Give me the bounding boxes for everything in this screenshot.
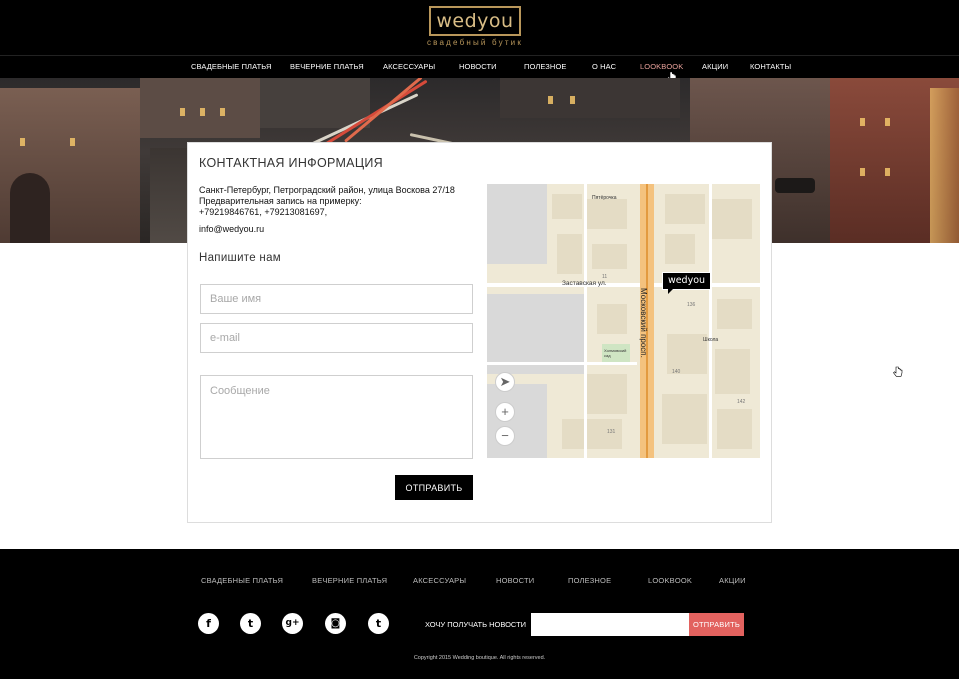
google-plus-icon[interactable]: g+: [282, 613, 303, 634]
lit-window: [885, 118, 890, 126]
map-area: [487, 384, 547, 458]
map-block: [587, 199, 627, 229]
name-input[interactable]: [200, 284, 473, 314]
map-street-label: Заставская ул.: [562, 280, 607, 287]
map-park-label: Холмовский сад: [604, 348, 627, 358]
nav-item-contacts[interactable]: КОНТАКТЫ: [750, 62, 791, 71]
main-nav: СВАДЕБНЫЕ ПЛАТЬЯ ВЕЧЕРНИЕ ПЛАТЬЯ АКСЕССУ…: [0, 62, 959, 74]
nav-item-evening-dresses[interactable]: ВЕЧЕРНИЕ ПЛАТЬЯ: [290, 62, 364, 71]
lit-window: [180, 108, 185, 116]
zoom-in-button[interactable]: +: [495, 402, 515, 422]
map-block: [665, 234, 695, 264]
map-street: [709, 184, 712, 458]
contact-address-block: Санкт-Петербург, Петроградский район, ул…: [199, 185, 455, 218]
map-street: [487, 362, 637, 365]
logo[interactable]: wedyou: [429, 6, 521, 36]
map-street: [487, 283, 760, 287]
far-building-3: [500, 78, 680, 118]
map-block: [717, 299, 752, 329]
send-button[interactable]: ОТПРАВИТЬ: [395, 475, 473, 500]
site-footer: СВАДЕБНЫЕ ПЛАТЬЯ ВЕЧЕРНИЕ ПЛАТЬЯ АКСЕССУ…: [0, 549, 959, 679]
footer-nav-useful[interactable]: ПОЛЕЗНОЕ: [568, 576, 611, 585]
map-area: [487, 184, 547, 264]
map-block: [712, 199, 752, 239]
subscribe-label: ХОЧУ ПОЛУЧАТЬ НОВОСТИ: [425, 620, 527, 629]
map-block: [662, 394, 707, 444]
email-input[interactable]: [200, 323, 473, 353]
tumblr-icon[interactable]: t: [368, 613, 389, 634]
map-poi-label: Школа: [703, 337, 719, 343]
map-house-number: 140: [672, 369, 681, 375]
lit-window: [885, 168, 890, 176]
map-house-number: 131: [607, 429, 616, 435]
contact-email[interactable]: info@wedyou.ru: [199, 224, 264, 234]
footer-nav-evening-dresses[interactable]: ВЕЧЕРНИЕ ПЛАТЬЯ: [312, 576, 387, 585]
footer-nav-news[interactable]: НОВОСТИ: [496, 576, 534, 585]
twitter-icon[interactable]: t: [240, 613, 261, 634]
lit-window: [860, 168, 865, 176]
lit-window: [220, 108, 225, 116]
left-building-arch: [10, 173, 50, 243]
lit-facade: [930, 88, 959, 243]
hand-cursor-icon: [893, 366, 903, 377]
header-divider: [0, 55, 959, 56]
nav-item-accessories[interactable]: АКСЕССУАРЫ: [383, 62, 435, 71]
map-block: [592, 244, 627, 269]
map-block: [667, 334, 707, 374]
footer-nav-promotions[interactable]: АКЦИИ: [719, 576, 746, 585]
contact-title: КОНТАКТНАЯ ИНФОРМАЦИЯ: [199, 156, 383, 170]
zoom-out-button[interactable]: −: [495, 426, 515, 446]
far-building-2: [260, 78, 370, 128]
lit-window: [20, 138, 25, 146]
footer-nav-lookbook[interactable]: LOOKBOOK: [648, 576, 692, 585]
site-header: wedyou свадебный бутик СВАДЕБНЫЕ ПЛАТЬЯ …: [0, 0, 959, 82]
lit-window: [860, 118, 865, 126]
map-block: [597, 304, 627, 334]
subscribe-email-input[interactable]: [531, 613, 689, 636]
contact-phones[interactable]: +79219846761, +79213081697,: [199, 207, 455, 218]
nav-item-wedding-dresses[interactable]: СВАДЕБНЫЕ ПЛАТЬЯ: [191, 62, 271, 71]
copyright: Copyright 2015 Wedding boutique. All rig…: [413, 655, 546, 661]
facebook-icon[interactable]: f: [198, 613, 219, 634]
parked-car: [775, 178, 815, 193]
lit-window: [70, 138, 75, 146]
map-house-number: 142: [737, 399, 746, 405]
map-avenue-label: Московский просп.: [639, 288, 648, 358]
lit-window: [200, 108, 205, 116]
contact-appointment: Предварительная запись на примерку:: [199, 196, 362, 206]
instagram-icon[interactable]: ◙: [325, 613, 346, 634]
map-block: [665, 194, 705, 224]
footer-nav-accessories[interactable]: АКСЕССУАРЫ: [413, 576, 466, 585]
map-house-number: 11: [602, 274, 608, 280]
nav-item-lookbook[interactable]: LOOKBOOK: [640, 62, 683, 71]
nav-item-promotions[interactable]: АКЦИИ: [702, 62, 728, 71]
subscribe-button[interactable]: ОТПРАВИТЬ: [689, 613, 744, 636]
map-block: [587, 374, 627, 414]
lit-window: [570, 96, 575, 104]
map-street: [584, 184, 587, 458]
nav-item-news[interactable]: НОВОСТИ: [459, 62, 497, 71]
map-block: [552, 194, 582, 219]
map-block: [557, 234, 582, 274]
lit-window: [548, 96, 553, 104]
map-widget[interactable]: Заставская ул. Московский просп. Пятёроч…: [487, 184, 760, 458]
nav-item-about[interactable]: О НАС: [592, 62, 616, 71]
footer-nav-wedding-dresses[interactable]: СВАДЕБНЫЕ ПЛАТЬЯ: [201, 576, 283, 585]
map-block: [717, 409, 752, 449]
map-poi-label: Пятёрочка: [592, 195, 617, 201]
map-marker-wedyou[interactable]: wedyou: [662, 272, 711, 290]
locate-icon[interactable]: ➤: [495, 372, 515, 392]
logo-tagline: свадебный бутик: [426, 38, 524, 47]
message-textarea[interactable]: [200, 375, 473, 459]
map-marker-tail: [668, 289, 676, 294]
nav-item-useful[interactable]: ПОЛЕЗНОЕ: [524, 62, 566, 71]
map-house-number: 136: [687, 302, 696, 308]
contact-address: Санкт-Петербург, Петроградский район, ул…: [199, 185, 455, 195]
form-heading: Напишите нам: [199, 252, 281, 264]
contact-card: КОНТАКТНАЯ ИНФОРМАЦИЯ Санкт-Петербург, П…: [187, 142, 772, 523]
map-block: [715, 349, 750, 394]
